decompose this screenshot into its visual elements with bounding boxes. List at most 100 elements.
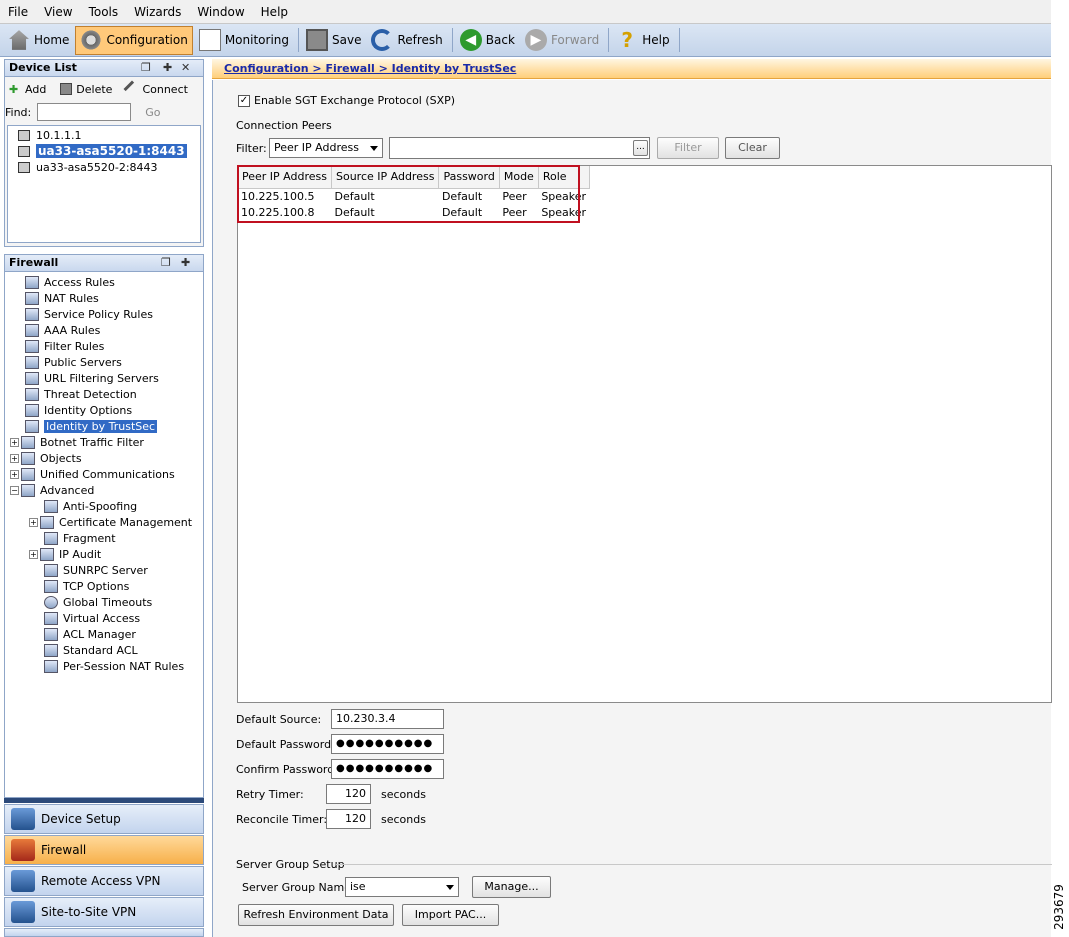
- device-item[interactable]: ua33-asa5520-2:8443: [8, 159, 200, 175]
- advanced-icon: [21, 483, 35, 497]
- save-button[interactable]: Save: [302, 26, 365, 55]
- lock-icon: [25, 323, 39, 337]
- close-icon[interactable]: ✕: [181, 60, 190, 76]
- tree-item-aaa-rules[interactable]: AAA Rules: [5, 322, 203, 338]
- plug-icon: [123, 80, 141, 98]
- tree-item-tcp-options[interactable]: TCP Options: [5, 578, 203, 594]
- default-password-input[interactable]: ●●●●●●●●●●: [331, 734, 444, 754]
- monitoring-button[interactable]: Monitoring: [195, 26, 293, 55]
- table-row[interactable]: 10.225.100.8 Default Default Peer Speake…: [238, 204, 589, 220]
- collapse-icon[interactable]: −: [10, 485, 19, 495]
- import-pac-button[interactable]: Import PAC...: [402, 904, 499, 926]
- nav-splitter[interactable]: [4, 798, 204, 803]
- filter-field-select[interactable]: Peer IP Address: [269, 138, 383, 158]
- server-group-name-select[interactable]: ise: [345, 877, 459, 897]
- acl-icon: [44, 643, 58, 657]
- menu-wizards[interactable]: Wizards: [126, 5, 189, 19]
- forward-button[interactable]: ▶ Forward: [521, 26, 603, 55]
- enable-sxp-checkbox[interactable]: ✓ Enable SGT Exchange Protocol (SXP): [238, 94, 455, 107]
- device-item[interactable]: 10.1.1.1: [8, 127, 200, 143]
- tree-item-access-rules[interactable]: Access Rules: [5, 274, 203, 290]
- refresh-environment-data-button[interactable]: Refresh Environment Data: [238, 904, 394, 926]
- manage-button[interactable]: Manage...: [472, 876, 551, 898]
- filter-icon: [25, 339, 39, 353]
- toolbar: Home Configuration Monitoring Save Refre…: [0, 24, 1051, 57]
- tree-item-threat-detection[interactable]: Threat Detection: [5, 386, 203, 402]
- tree-item-virtual-access[interactable]: Virtual Access: [5, 610, 203, 626]
- expand-icon[interactable]: +: [10, 469, 19, 479]
- tree-item-standard-acl[interactable]: Standard ACL: [5, 642, 203, 658]
- confirm-password-input[interactable]: ●●●●●●●●●●: [331, 759, 444, 779]
- tree-item-unified-communications[interactable]: + Unified Communications: [5, 466, 203, 482]
- tree-item-identity-options[interactable]: Identity Options: [5, 402, 203, 418]
- clock-icon: [44, 595, 58, 609]
- nav-site-to-site-vpn[interactable]: Site-to-Site VPN: [4, 897, 204, 927]
- trash-icon: [60, 83, 73, 95]
- tree-item-public-servers[interactable]: Public Servers: [5, 354, 203, 370]
- tree-item-anti-spoofing[interactable]: Anti-Spoofing: [5, 498, 203, 514]
- tree-item-filter-rules[interactable]: Filter Rules: [5, 338, 203, 354]
- home-button[interactable]: Home: [4, 26, 73, 55]
- tree-item-ip-audit[interactable]: + IP Audit: [5, 546, 203, 562]
- column-header-source-ip[interactable]: Source IP Address: [331, 166, 440, 189]
- nav-device-setup[interactable]: Device Setup: [4, 804, 204, 834]
- tree-item-nat-rules[interactable]: NAT Rules: [5, 290, 203, 306]
- menu-window[interactable]: Window: [189, 5, 252, 19]
- column-header-peer-ip[interactable]: Peer IP Address: [238, 166, 332, 189]
- tree-item-global-timeouts[interactable]: Global Timeouts: [5, 594, 203, 610]
- column-header-mode[interactable]: Mode: [499, 166, 539, 189]
- back-button[interactable]: ◀ Back: [456, 26, 519, 55]
- tree-item-objects[interactable]: + Objects: [5, 450, 203, 466]
- configuration-button[interactable]: Configuration: [75, 25, 193, 55]
- connect-device-button[interactable]: Connect: [123, 80, 188, 98]
- computer-icon: [18, 161, 30, 173]
- menu-file[interactable]: File: [0, 5, 36, 19]
- expand-icon[interactable]: +: [29, 517, 38, 527]
- tree-item-acl-manager[interactable]: ACL Manager: [5, 626, 203, 642]
- tcp-icon: [44, 579, 58, 593]
- menu-tools[interactable]: Tools: [81, 5, 127, 19]
- tree-item-identity-by-trustsec[interactable]: Identity by TrustSec: [5, 418, 203, 434]
- default-source-input[interactable]: 10.230.3.4: [331, 709, 444, 729]
- help-button[interactable]: ? Help: [612, 26, 673, 55]
- nav-firewall[interactable]: Firewall: [4, 835, 204, 865]
- column-header-password[interactable]: Password: [438, 166, 500, 189]
- clear-button[interactable]: Clear: [725, 137, 780, 159]
- pin-icon[interactable]: ✚: [181, 255, 190, 271]
- tree-item-service-policy-rules[interactable]: Service Policy Rules: [5, 306, 203, 322]
- expand-icon[interactable]: +: [10, 437, 19, 447]
- tree-item-fragment[interactable]: Fragment: [5, 530, 203, 546]
- restore-icon[interactable]: ❐: [161, 255, 171, 271]
- filter-button[interactable]: Filter: [657, 137, 719, 159]
- filter-ellipsis-button[interactable]: ...: [633, 140, 648, 156]
- refresh-button[interactable]: Refresh: [367, 26, 446, 55]
- restore-icon[interactable]: ❐: [141, 60, 151, 76]
- tree-item-per-session-nat-rules[interactable]: Per-Session NAT Rules: [5, 658, 203, 674]
- go-button[interactable]: Go: [145, 106, 160, 119]
- reconcile-timer-input[interactable]: 120: [326, 809, 371, 829]
- expand-icon[interactable]: +: [10, 453, 19, 463]
- breadcrumb[interactable]: Configuration > Firewall > Identity by T…: [224, 62, 516, 75]
- connection-peers-table: Peer IP Address Source IP Address Passwo…: [237, 165, 1052, 703]
- tree-item-sunrpc-server[interactable]: SUNRPC Server: [5, 562, 203, 578]
- expand-icon[interactable]: +: [29, 549, 38, 559]
- nav-remote-access-vpn[interactable]: Remote Access VPN: [4, 866, 204, 896]
- nav-more[interactable]: [4, 928, 204, 937]
- retry-timer-input[interactable]: 120: [326, 784, 371, 804]
- menu-help[interactable]: Help: [253, 5, 296, 19]
- acl-icon: [44, 627, 58, 641]
- add-device-button[interactable]: ✚ Add: [9, 83, 46, 97]
- filter-text-input[interactable]: [389, 137, 650, 159]
- tree-item-certificate-management[interactable]: + Certificate Management: [5, 514, 203, 530]
- column-header-role[interactable]: Role: [538, 166, 590, 189]
- tree-item-botnet-traffic-filter[interactable]: + Botnet Traffic Filter: [5, 434, 203, 450]
- device-item[interactable]: ua33-asa5520-1:8443: [8, 143, 200, 159]
- menu-view[interactable]: View: [36, 5, 80, 19]
- table-row[interactable]: 10.225.100.5 Default Default Peer Speake…: [238, 188, 589, 204]
- tree-item-url-filtering-servers[interactable]: URL Filtering Servers: [5, 370, 203, 386]
- delete-device-button[interactable]: Delete: [60, 83, 112, 96]
- password-cell: Default: [441, 205, 483, 219]
- pin-icon[interactable]: ✚: [163, 60, 172, 76]
- find-input[interactable]: [37, 103, 132, 121]
- tree-item-advanced[interactable]: − Advanced: [5, 482, 203, 498]
